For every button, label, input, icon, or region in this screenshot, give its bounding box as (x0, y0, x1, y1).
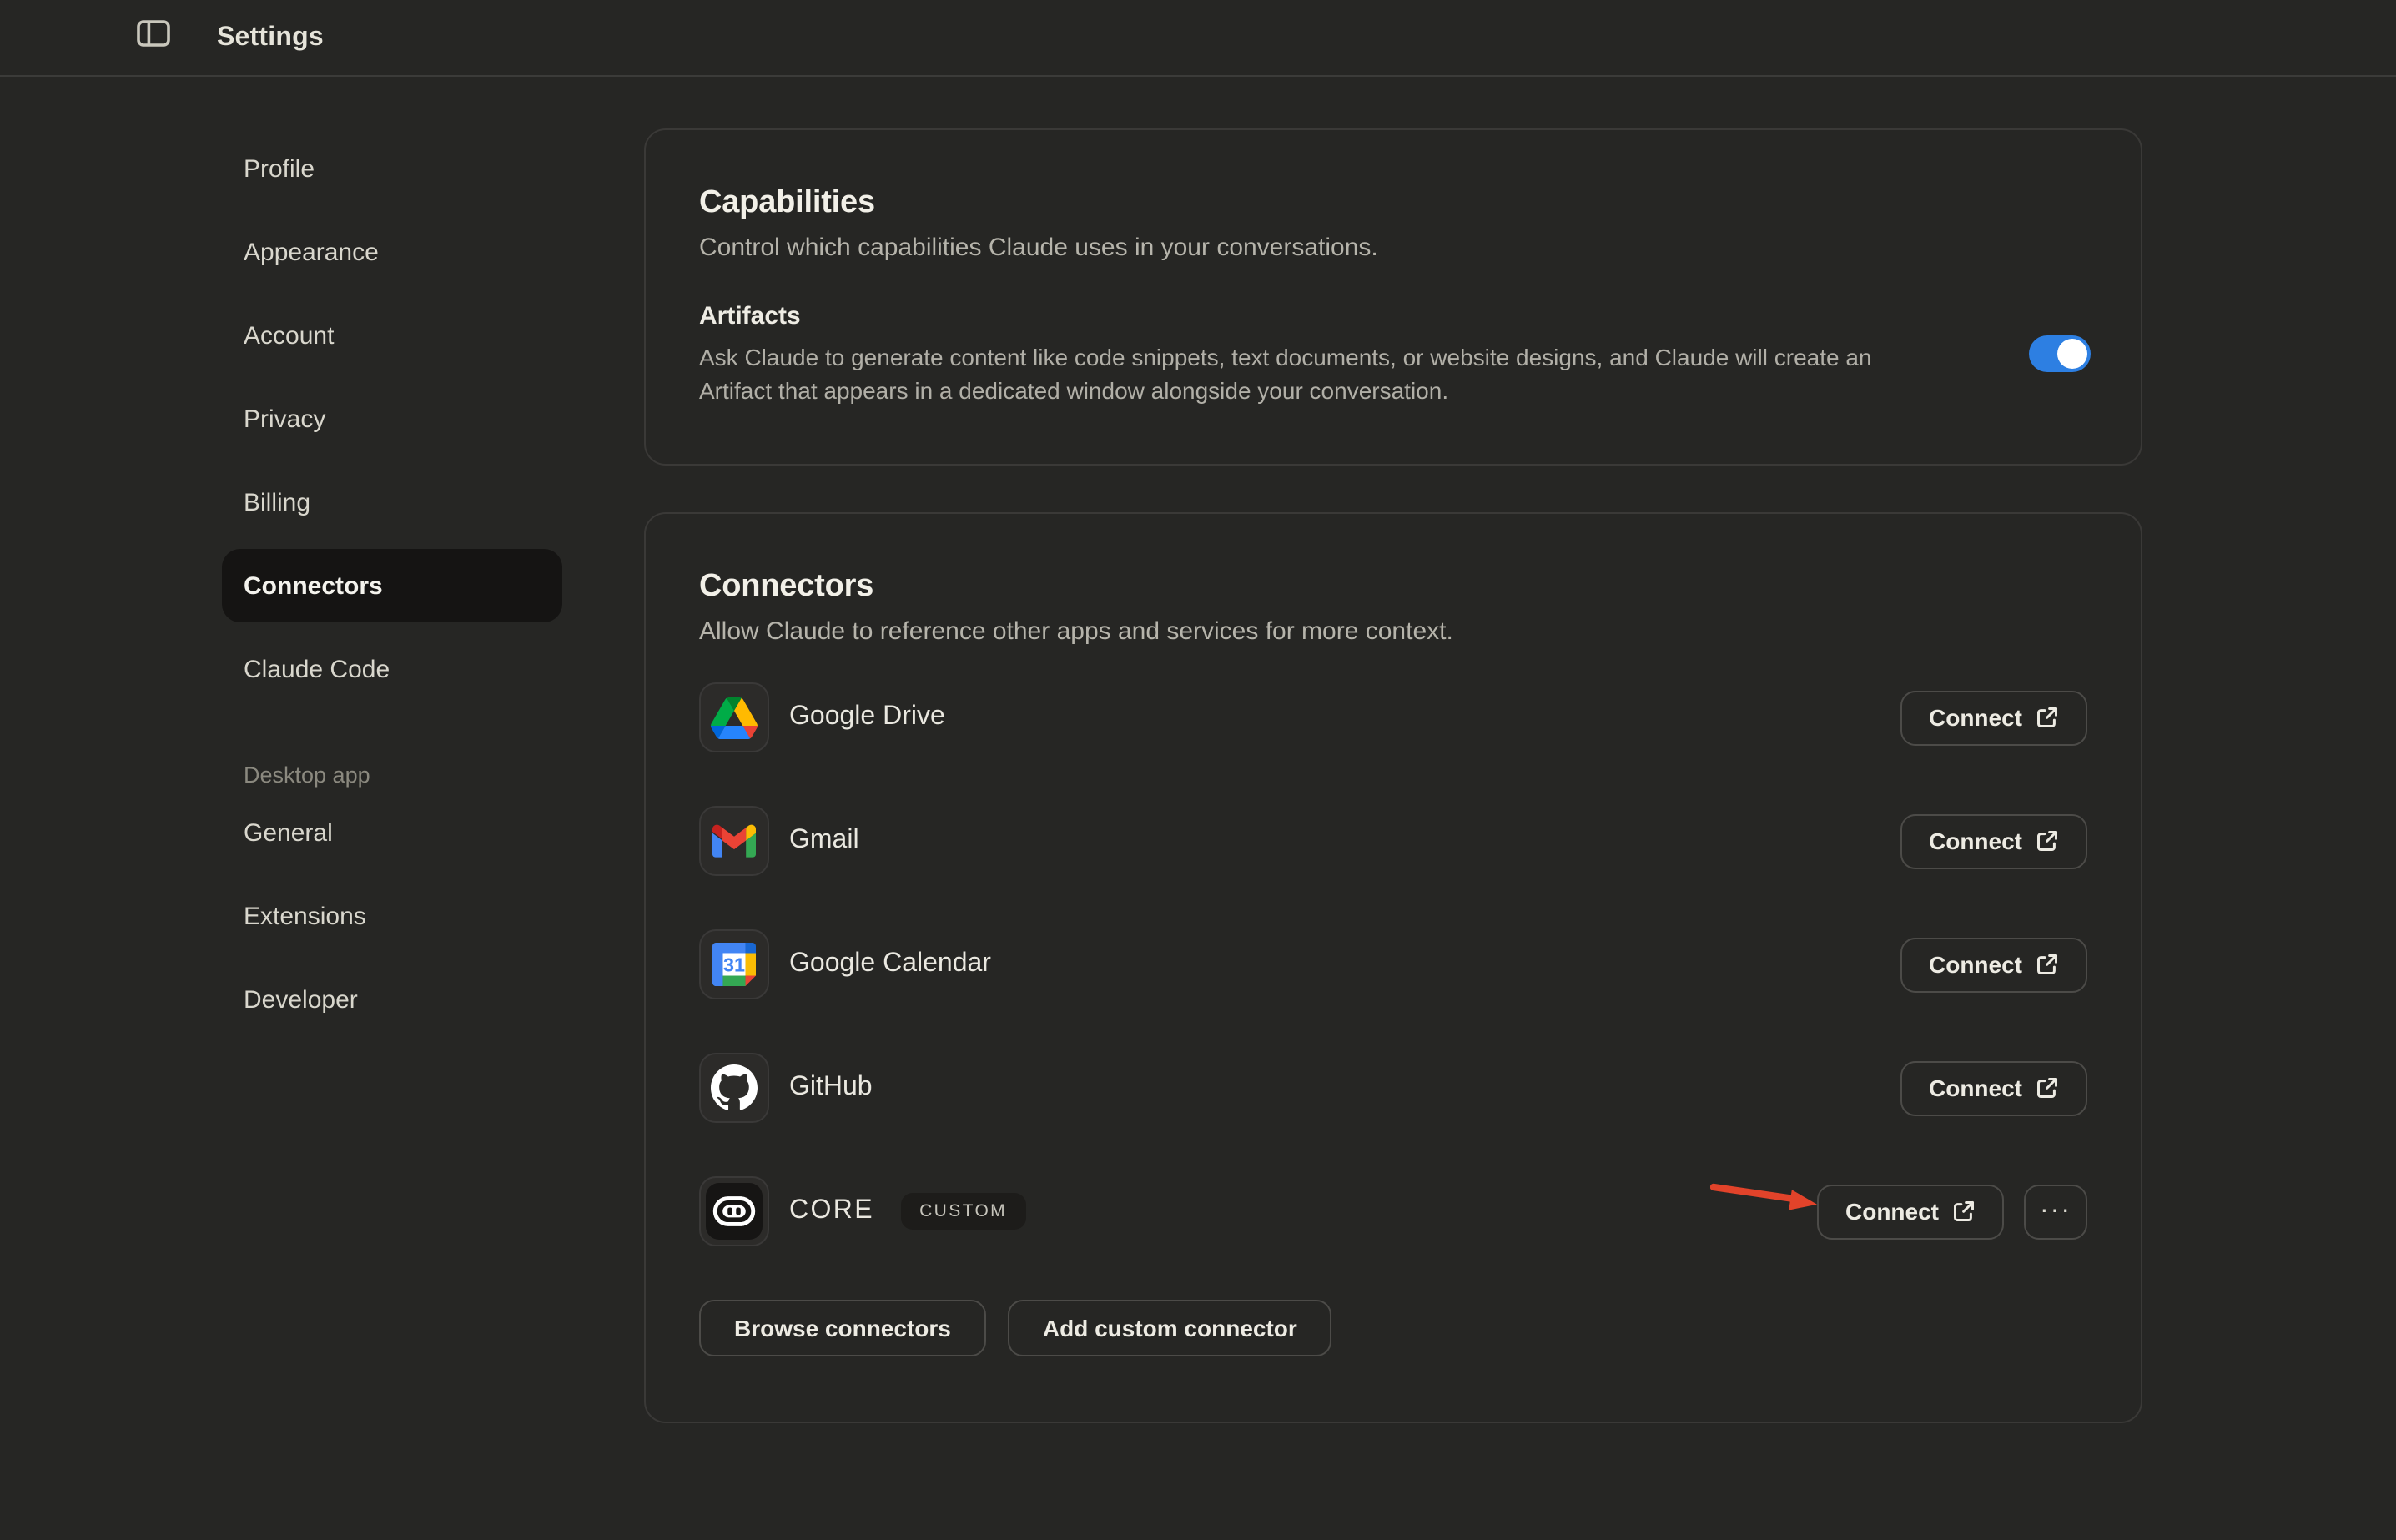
sidebar-item-developer[interactable]: Developer (222, 963, 562, 1036)
connector-name: Gmail (789, 826, 859, 856)
connectors-subtitle: Allow Claude to reference other apps and… (699, 617, 2087, 646)
connector-name: CORE (789, 1196, 874, 1226)
sidebar-item-appearance[interactable]: Appearance (222, 215, 562, 289)
artifacts-label: Artifacts (699, 302, 1971, 330)
capabilities-title: Capabilities (699, 185, 2087, 222)
page-title: Settings (217, 0, 324, 75)
browse-connectors-button[interactable]: Browse connectors (699, 1300, 986, 1356)
settings-sidebar: Profile Appearance Account Privacy Billing Co… (222, 132, 562, 1046)
more-options-button[interactable]: ··· (2024, 1184, 2087, 1239)
sidebar-item-connectors[interactable]: Connectors (222, 549, 562, 622)
capabilities-card: Capabilities Control which capabilities … (644, 128, 2142, 466)
external-link-icon (2036, 829, 2059, 853)
external-link-icon (2036, 1076, 2059, 1100)
connect-button-core[interactable]: Connect (1817, 1184, 2004, 1239)
connect-button-label: Connect (1929, 828, 2022, 854)
connector-row-google-drive: Google Drive Connect (699, 682, 2087, 752)
custom-badge: CUSTOM (901, 1193, 1025, 1230)
artifacts-toggle[interactable] (2029, 335, 2091, 372)
connect-button-google-calendar[interactable]: Connect (1900, 937, 2087, 992)
connect-button-label: Connect (1929, 951, 2022, 978)
connector-row-google-calendar: 31 Google Calendar Connect (699, 929, 2087, 999)
connect-button-github[interactable]: Connect (1900, 1060, 2087, 1115)
connect-button-label: Connect (1845, 1198, 1939, 1225)
sidebar-item-general[interactable]: General (222, 796, 562, 869)
connect-button-google-drive[interactable]: Connect (1900, 690, 2087, 745)
sidebar-toggle-button[interactable] (135, 20, 172, 50)
github-icon (699, 1053, 769, 1123)
gmail-icon (699, 806, 769, 876)
external-link-icon (1952, 1200, 1976, 1223)
google-drive-icon (699, 682, 769, 752)
core-logo-box (706, 1183, 763, 1240)
google-calendar-icon: 31 (699, 929, 769, 999)
connect-button-label: Connect (1929, 1074, 2022, 1101)
toggle-knob (2057, 339, 2087, 369)
add-custom-connector-button[interactable]: Add custom connector (1008, 1300, 1332, 1356)
external-link-icon (2036, 706, 2059, 729)
top-bar: Settings (0, 0, 2396, 77)
connector-name: Google Calendar (789, 949, 991, 979)
connector-name: Google Drive (789, 702, 945, 732)
artifacts-description: Ask Claude to generate content like code… (699, 340, 1947, 407)
sidebar-section-desktop-app: Desktop app (222, 752, 562, 796)
core-icon (699, 1176, 769, 1246)
ellipsis-icon: ··· (2040, 1196, 2071, 1226)
sidebar-item-claude-code[interactable]: Claude Code (222, 632, 562, 706)
connector-row-gmail: Gmail Connect (699, 806, 2087, 876)
connectors-card: Connectors Allow Claude to reference oth… (644, 512, 2142, 1423)
settings-page: Settings Profile Appearance Account Privacy… (0, 0, 2396, 1540)
connectors-title: Connectors (699, 569, 2087, 606)
svg-text:31: 31 (723, 954, 745, 976)
connector-footer-buttons: Browse connectors Add custom connector (699, 1300, 2087, 1356)
connector-list: Google Drive Connect Gmail Connect 31 Googl… (699, 682, 2087, 1246)
annotation-arrow (1710, 1181, 1820, 1215)
capabilities-subtitle: Control which capabilities Claude uses i… (699, 234, 2087, 262)
sidebar-item-extensions[interactable]: Extensions (222, 879, 562, 953)
panel-left-icon (137, 19, 170, 51)
sidebar-item-account[interactable]: Account (222, 299, 562, 372)
connect-button-label: Connect (1929, 704, 2022, 731)
connector-row-core: CORE CUSTOM Connect ··· (699, 1176, 2087, 1246)
sidebar-item-privacy[interactable]: Privacy (222, 382, 562, 455)
sidebar-item-billing[interactable]: Billing (222, 466, 562, 539)
artifacts-setting: Artifacts Ask Claude to generate content… (699, 302, 2087, 407)
external-link-icon (2036, 953, 2059, 976)
connector-row-github: GitHub Connect (699, 1053, 2087, 1123)
sidebar-item-profile[interactable]: Profile (222, 132, 562, 205)
connect-button-gmail[interactable]: Connect (1900, 813, 2087, 868)
connector-name: GitHub (789, 1073, 873, 1103)
